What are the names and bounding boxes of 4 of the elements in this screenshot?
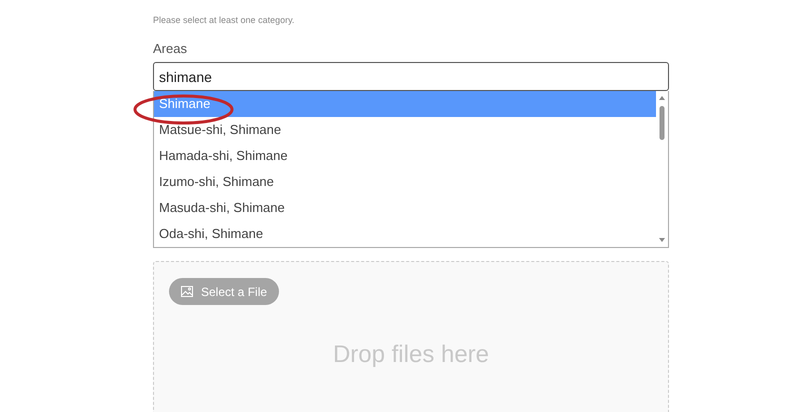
hint-text: Please select at least one category.	[153, 14, 296, 26]
image-icon	[181, 286, 193, 297]
field-label: Areas	[153, 41, 187, 57]
search-field[interactable]: shimane	[153, 62, 669, 91]
